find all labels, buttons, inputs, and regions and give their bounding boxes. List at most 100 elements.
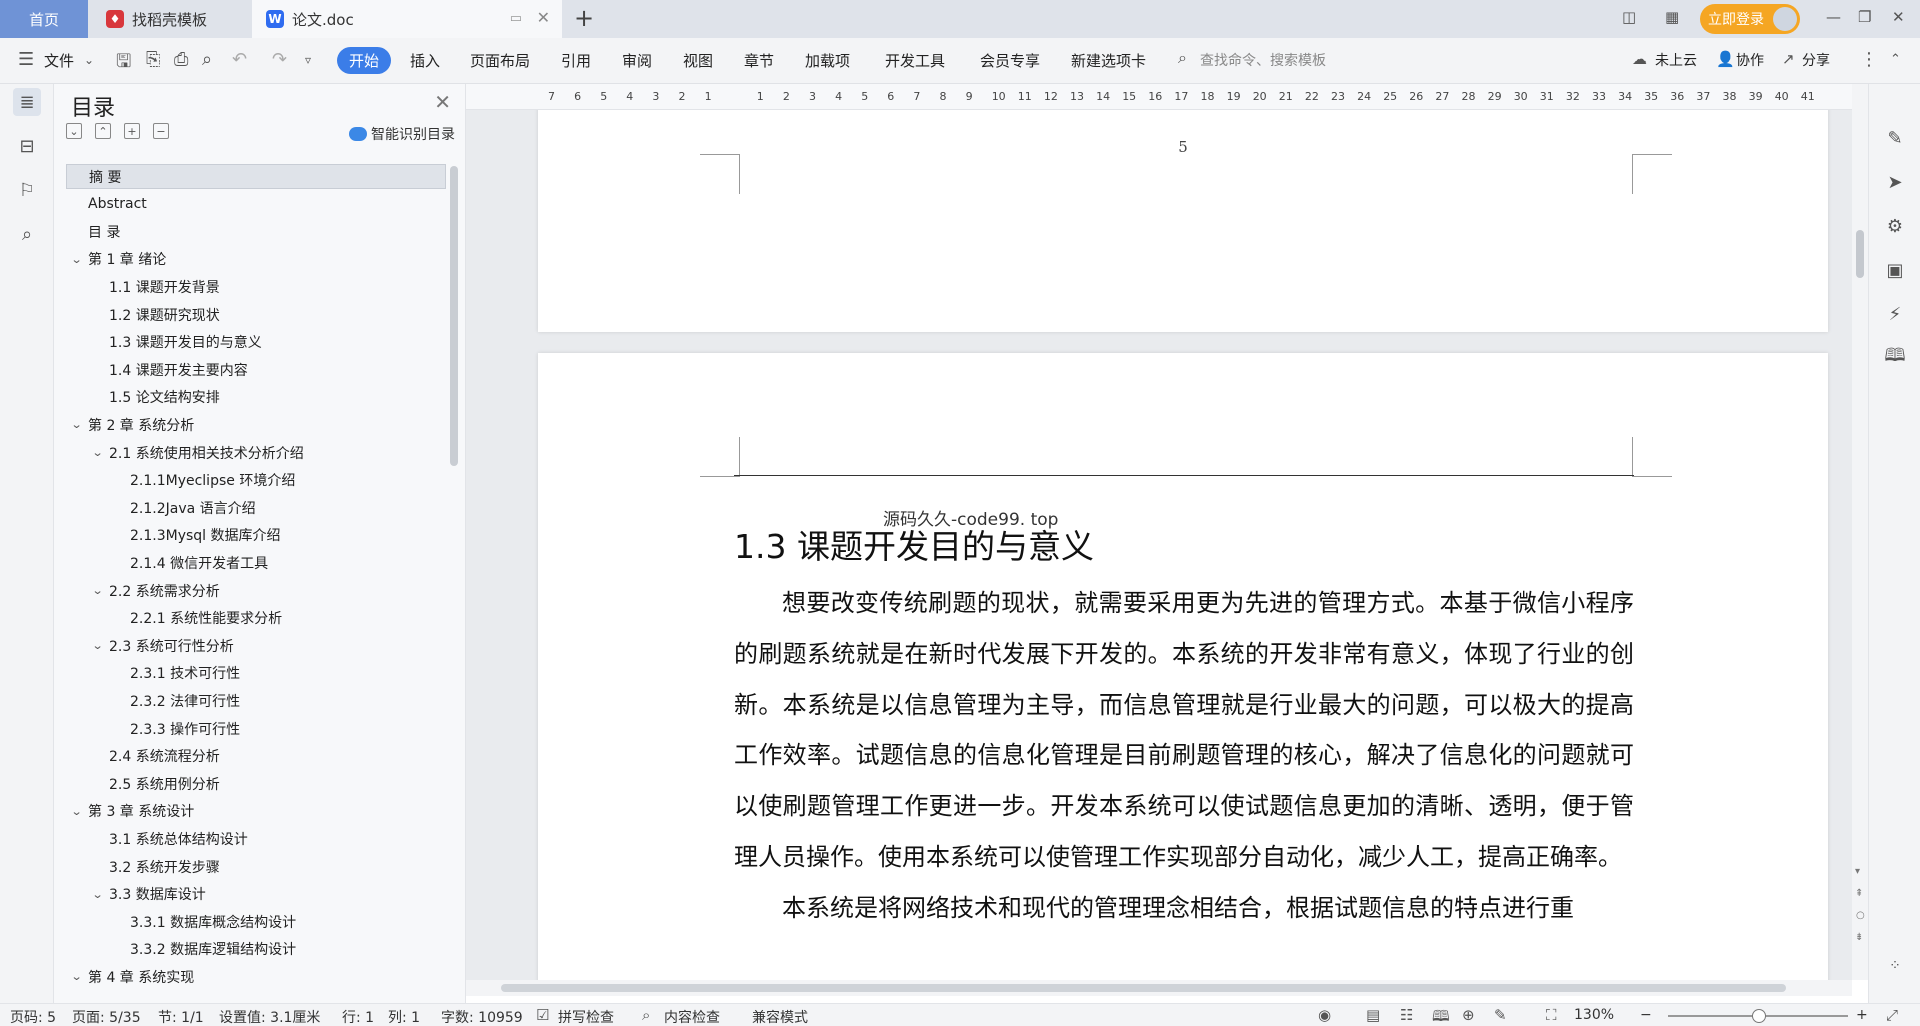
horizontal-scrollbar[interactable] [466,980,1852,996]
pin-tab-icon[interactable]: ▭ [510,11,522,26]
toc-item[interactable]: ⌄ 第 2 章 系统分析 [66,412,446,437]
tab-home[interactable]: 首页 [0,0,88,38]
web-view-icon[interactable]: ⊕ [1462,1006,1475,1024]
scroll-down-icon[interactable]: ▾ [1855,866,1860,877]
chevron-down-icon[interactable]: ⌄ [92,888,104,901]
menu-member[interactable]: 会员专享 [980,50,1040,71]
toc-item[interactable]: 2.1.2Java 语言介绍 [66,495,446,520]
toc-item[interactable]: 3.3.1 数据库概念结构设计 [66,909,446,934]
paragraph[interactable]: 想要改变传统刷题的现状，就需要采用更为先进的管理方式。本基于微信小程序的刷题系统… [734,578,1634,883]
toc-item[interactable]: 1.4 课题开发主要内容 [66,357,446,382]
toc-item[interactable]: Abstract [66,192,446,217]
body-text[interactable]: 想要改变传统刷题的现状，就需要采用更为先进的管理方式。本基于微信小程序的刷题系统… [734,578,1634,934]
status-page-code[interactable]: 页码: 5 [10,1007,56,1026]
toc-item[interactable]: 2.3.1 技术可行性 [66,661,446,686]
bookmark-icon[interactable]: ⚐ [13,176,41,204]
toc-item[interactable]: 3.3.2 数据库逻辑结构设计 [66,937,446,962]
chevron-down-icon[interactable]: ⌄ [92,639,104,652]
prev-page-icon[interactable]: ⇞ [1855,888,1863,899]
menu-start[interactable]: 开始 [337,47,391,74]
toc-item[interactable]: ⌄ 第 1 章 绪论 [66,247,446,272]
collapse-ribbon-icon[interactable]: ⌃ [1890,52,1901,67]
toc-item[interactable]: 摘 要 [66,164,446,189]
toc-item[interactable]: 1.1 课题开发背景 [66,274,446,299]
close-window-icon[interactable]: ✕ [1892,8,1905,26]
toc-item[interactable]: ⌄ 3.3 数据库设计 [66,882,446,907]
chevron-down-icon[interactable]: ⌄ [71,418,83,431]
status-pages[interactable]: 页面: 5/35 [72,1007,141,1026]
toc-item[interactable]: ⌄ 第 3 章 系统设计 [66,799,446,824]
chevron-down-icon[interactable]: ⌄ [71,253,83,266]
toc-item[interactable]: 2.1.3Mysql 数据库介绍 [66,523,446,548]
image-tools-icon[interactable]: ▣ [1881,256,1909,284]
toc-item[interactable]: 1.2 课题研究现状 [66,302,446,327]
toc-item[interactable]: 2.3.2 法律可行性 [66,688,446,713]
next-page-icon[interactable]: ⇟ [1855,932,1863,943]
horizontal-ruler[interactable]: 7 6 5 4 3 2 1 1 2 3 4 5 6 7 8 9 10 11 12 13 14 15 16 17 18 19 20 21… [466,84,1852,110]
eye-protect-icon[interactable]: ◉ [1318,1006,1331,1024]
horizontal-scroll-thumb[interactable] [501,984,1786,992]
status-word-count[interactable]: 字数: 10959 [441,1007,523,1026]
expand-up-icon[interactable]: ⌃ [95,123,111,139]
outline-view-icon[interactable]: ☷ [1400,1006,1413,1024]
status-col[interactable]: 列: 1 [388,1007,420,1026]
redo-icon[interactable]: ↷ [272,49,287,70]
chevron-down-icon[interactable]: ⌄ [92,584,104,597]
toc-item[interactable]: 2.1.1Myeclipse 环境介绍 [66,468,446,493]
reading-mode-icon[interactable]: ◫ [1622,8,1636,26]
toc-item[interactable]: 3.2 系统开发步骤 [66,854,446,879]
cloud-status[interactable]: 未上云 [1655,50,1697,70]
paragraph[interactable]: 本系统是将网络技术和现代的管理理念相结合，根据试题信息的特点进行重 [734,883,1634,934]
tab-template[interactable]: ♦ 找稻壳模板 [88,0,250,38]
smart-toc-button[interactable]: 智能识别目录 [349,124,455,144]
menu-addins[interactable]: 加载项 [805,50,850,71]
status-setting[interactable]: 设置值: 3.1厘米 [219,1007,320,1026]
remove-level-icon[interactable]: − [153,123,169,139]
new-tab-button[interactable]: + [574,4,594,32]
menu-section[interactable]: 章节 [744,50,774,71]
hamburger-menu-icon[interactable]: ☰ [18,49,34,70]
menu-new-tab[interactable]: 新建选项卡 [1071,50,1146,71]
spell-check-button[interactable]: 拼写检查 [558,1007,614,1026]
toc-item[interactable]: 目 录 [66,219,446,244]
ai-assistant-icon[interactable]: ⚡ [1881,300,1909,328]
content-check-button[interactable]: 内容检查 [664,1007,720,1026]
write-mode-icon[interactable]: ✎ [1494,1006,1507,1024]
status-row[interactable]: 行: 1 [342,1007,374,1026]
menu-developer[interactable]: 开发工具 [885,50,945,71]
book-view-icon[interactable]: 🕮 [1881,344,1909,372]
document-canvas[interactable]: 5 源码久久-code99. top 1.3 课题开发目的与意义 想要改变传统刷… [466,110,1852,980]
toc-item[interactable]: 2.4 系统流程分析 [66,744,446,769]
menu-references[interactable]: 引用 [561,50,591,71]
pen-icon[interactable]: ✎ [1881,124,1909,152]
chevron-down-icon[interactable]: ⌄ [71,805,83,818]
more-tools-icon[interactable]: ⁘ [1881,952,1909,980]
zoom-level[interactable]: 130% [1574,1007,1614,1023]
chapter-nav-icon[interactable]: ⊟ [13,132,41,160]
toc-scrollbar[interactable] [450,166,458,466]
toc-item[interactable]: 2.1.4 微信开发者工具 [66,550,446,575]
toc-item[interactable]: 1.5 论文结构安排 [66,385,446,410]
export-pdf-icon[interactable]: ⎘ [146,49,160,70]
share-button[interactable]: 分享 [1802,50,1830,70]
toc-item[interactable]: 1.3 课题开发目的与意义 [66,330,446,355]
chevron-down-icon[interactable]: ⌄ [71,970,83,983]
chevron-down-icon[interactable]: ⌄ [84,53,94,67]
close-toc-icon[interactable]: ✕ [434,90,451,114]
fullscreen-icon[interactable]: ⤢ [1886,1006,1898,1024]
toc-item[interactable]: 2.2.1 系统性能要求分析 [66,606,446,631]
vertical-scroll-thumb[interactable] [1856,230,1864,278]
vertical-scrollbar[interactable]: ▾ ⇞ ○ ⇟ [1852,84,1868,980]
toc-panel-icon[interactable]: ≣ [13,88,41,116]
toc-item[interactable]: ⌄ 第 4 章 系统实现 [66,964,446,984]
menu-page-layout[interactable]: 页面布局 [470,50,530,71]
page-view-icon[interactable]: ▤ [1366,1006,1380,1024]
zoom-slider-knob[interactable] [1752,1009,1766,1023]
collapse-all-icon[interactable]: ⌄ [66,123,82,139]
toc-item[interactable]: ⌄ 2.1 系统使用相关技术分析介绍 [66,440,446,465]
grid-apps-icon[interactable]: ▦ [1665,8,1679,26]
fit-page-icon[interactable]: ⛶ [1546,1006,1557,1024]
chevron-down-icon[interactable]: ⌄ [92,446,104,459]
save-icon[interactable]: 🖫 [116,49,131,79]
collab-button[interactable]: 协作 [1736,50,1764,70]
